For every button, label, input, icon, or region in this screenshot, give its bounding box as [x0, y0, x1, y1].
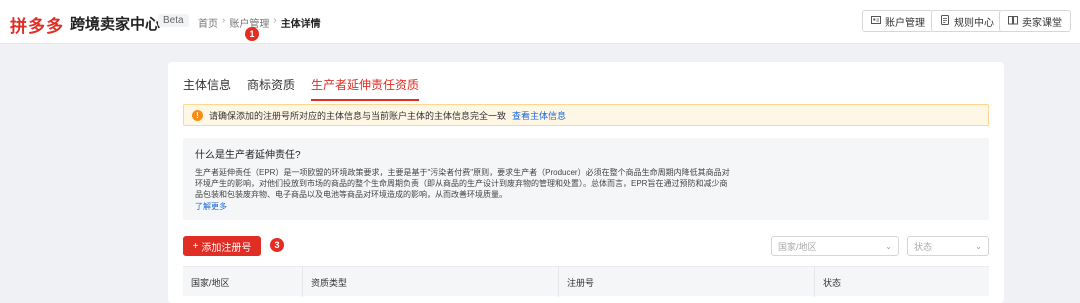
seller-classroom-button[interactable]: 卖家课堂: [999, 10, 1071, 32]
column-country: 国家/地区: [183, 267, 303, 297]
tab-epr[interactable]: 生产者延伸责任资质: [311, 76, 420, 101]
epr-info-panel: 什么是生产者延伸责任? 生产者延伸责任（EPR）是一项欧盟的环境政策要求，主要是…: [183, 138, 989, 220]
account-management-button[interactable]: 账户管理: [862, 10, 934, 32]
main-card: 主体信息 商标资质 生产者延伸责任资质 ! 请确保添加的注册号所对应的主体信息与…: [168, 62, 1004, 303]
status-select[interactable]: 状态 ⌄: [907, 236, 989, 256]
epr-body: 生产者延伸责任（EPR）是一项欧盟的环境政策要求，主要是基于"污染者付费"原则，…: [195, 168, 730, 199]
column-registration-number: 注册号: [559, 267, 815, 297]
book-icon: [1008, 15, 1018, 28]
annotation-marker-1: 1: [245, 27, 259, 41]
account-card-icon: [871, 15, 881, 28]
tab-trademark[interactable]: 商标资质: [247, 76, 295, 101]
plus-icon: +: [192, 240, 199, 252]
country-select-placeholder: 国家/地区: [778, 241, 817, 252]
seller-classroom-label: 卖家课堂: [1022, 17, 1062, 29]
view-entity-info-link[interactable]: 查看主体信息: [512, 109, 566, 122]
status-select-placeholder: 状态: [914, 241, 933, 252]
column-qualification-type: 资质类型: [303, 267, 559, 297]
beta-badge: Beta: [158, 14, 189, 27]
add-registration-label: 添加注册号: [201, 242, 252, 254]
warning-icon: !: [192, 109, 203, 121]
chevron-down-icon: ⌄: [885, 241, 892, 251]
add-registration-button[interactable]: + 添加注册号: [183, 236, 261, 256]
chevron-down-icon: ⌄: [975, 241, 982, 251]
learn-more-link[interactable]: 了解更多: [195, 201, 977, 212]
breadcrumb: 首页 › 账户管理 › 主体详情: [198, 15, 321, 30]
tab-entity-info[interactable]: 主体信息: [183, 76, 231, 101]
top-header: 拼多多 跨境卖家中心 Beta 首页 › 账户管理 › 主体详情 账户管理 规则…: [0, 0, 1080, 44]
notice-bar: ! 请确保添加的注册号所对应的主体信息与当前账户主体的主体信息完全一致 查看主体…: [183, 104, 989, 126]
rules-center-label: 规则中心: [954, 17, 994, 29]
app-title: 跨境卖家中心: [70, 16, 161, 33]
breadcrumb-home[interactable]: 首页: [198, 15, 218, 30]
country-select[interactable]: 国家/地区 ⌄: [771, 236, 899, 256]
annotation-marker-3: 3: [270, 238, 284, 252]
rules-center-button[interactable]: 规则中心: [931, 10, 1003, 32]
epr-title: 什么是生产者延伸责任?: [195, 150, 301, 161]
breadcrumb-separator: ›: [222, 15, 226, 26]
rules-doc-icon: [940, 14, 950, 28]
table-header: 国家/地区 资质类型 注册号 状态: [183, 266, 989, 297]
notice-text: 请确保添加的注册号所对应的主体信息与当前账户主体的主体信息完全一致: [209, 110, 507, 121]
tab-bar: 主体信息 商标资质 生产者延伸责任资质: [183, 76, 420, 101]
column-status: 状态: [823, 277, 842, 288]
account-management-label: 账户管理: [885, 17, 925, 29]
breadcrumb-current: 主体详情: [280, 19, 321, 30]
breadcrumb-separator: ›: [273, 15, 277, 26]
pdd-logo[interactable]: 拼多多: [10, 12, 64, 37]
